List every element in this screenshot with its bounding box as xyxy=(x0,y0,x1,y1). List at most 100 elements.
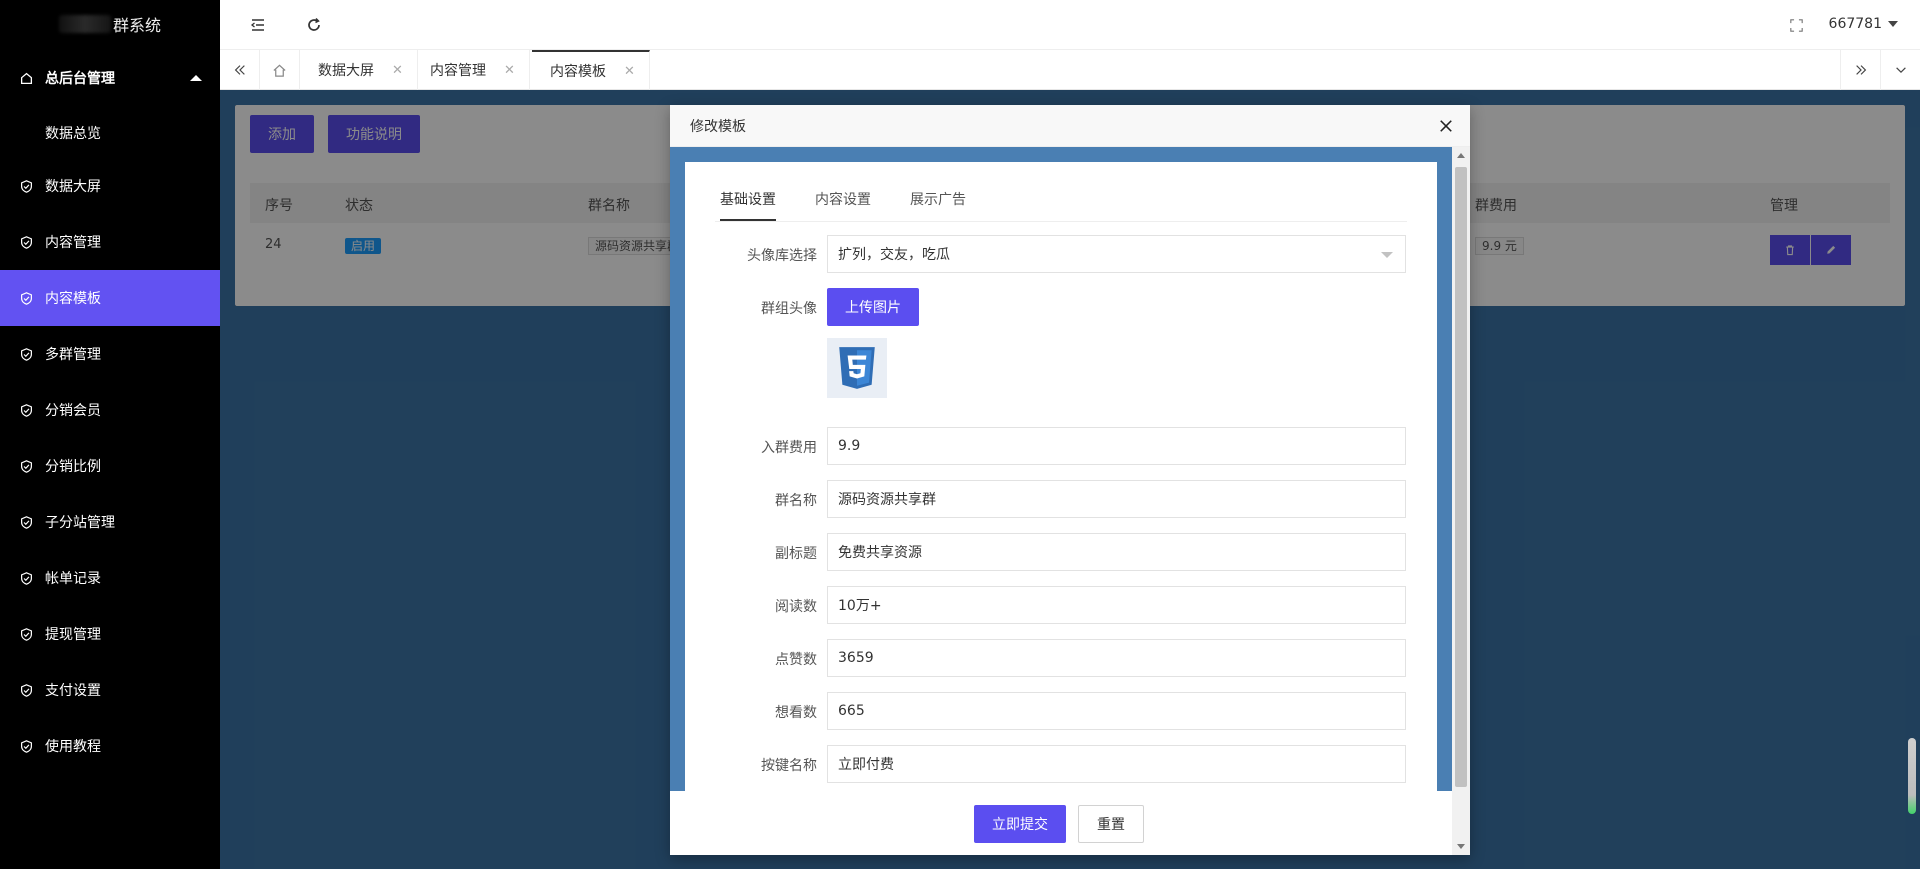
row-button-name: 按键名称 立即付费 xyxy=(715,745,1415,783)
fullscreen-icon[interactable] xyxy=(1786,15,1806,35)
close-icon[interactable] xyxy=(1436,116,1456,136)
scroll-up-icon[interactable] xyxy=(1457,153,1465,158)
fee-input[interactable]: 9.9 xyxy=(827,427,1406,465)
tab-bar: 数据大屏 ✕ 内容管理 ✕ 内容模板 ✕ xyxy=(220,50,1920,90)
scroll-down-icon[interactable] xyxy=(1457,844,1465,849)
sidebar-item-data-screen[interactable]: 数据大屏 xyxy=(0,158,220,214)
user-name: 667781 xyxy=(1828,16,1882,32)
sidebar-item-bills[interactable]: 帐单记录 xyxy=(0,550,220,606)
chevron-down-icon xyxy=(1888,21,1898,27)
label-group-name: 群名称 xyxy=(775,493,817,509)
topbar: 667781 xyxy=(220,0,1920,50)
sidebar-item-content-template[interactable]: 内容模板 xyxy=(0,270,220,326)
close-icon[interactable]: ✕ xyxy=(504,63,515,78)
shield-check-icon xyxy=(20,459,33,473)
sidebar: 群系统 总后台管理 数据总览 数据大屏 内容管理 内容模板 多群管理 分销会员 … xyxy=(0,0,220,869)
label-fee: 入群费用 xyxy=(761,440,817,456)
refresh-icon[interactable] xyxy=(304,15,324,35)
sidebar-item-label: 内容模板 xyxy=(45,291,101,307)
tabs-scroll-right-icon[interactable] xyxy=(1840,50,1880,90)
sidebar-item-label: 提现管理 xyxy=(45,627,101,643)
label-button-name: 按键名称 xyxy=(761,758,817,774)
menu-fold-icon[interactable] xyxy=(248,15,268,35)
sidebar-item-multi-group[interactable]: 多群管理 xyxy=(0,326,220,382)
tab-content-template[interactable]: 内容模板 ✕ xyxy=(532,50,650,90)
modal-body: 基础设置 内容设置 展示广告 头像库选择 扩列，交友，吃瓜 群组头像 上传图片 xyxy=(670,147,1452,791)
tab-ads[interactable]: 展示广告 xyxy=(910,189,966,209)
shield-check-icon xyxy=(20,515,33,529)
row-avatar-library: 头像库选择 扩列，交友，吃瓜 xyxy=(715,235,1415,273)
tab-label: 内容管理 xyxy=(430,63,486,79)
sidebar-item-overview[interactable]: 数据总览 xyxy=(0,108,220,158)
tabs-scroll-left-icon[interactable] xyxy=(220,50,260,90)
sidebar-item-distributors[interactable]: 分销会员 xyxy=(0,382,220,438)
sidebar-item-label: 分销比例 xyxy=(45,459,101,475)
row-wants: 想看数 665 xyxy=(715,692,1415,730)
close-icon[interactable]: ✕ xyxy=(392,63,403,78)
logo-blurred-text xyxy=(58,15,111,33)
sidebar-item-distribution-ratio[interactable]: 分销比例 xyxy=(0,438,220,494)
scroll-thumb[interactable] xyxy=(1455,167,1467,787)
sidebar-item-label: 数据大屏 xyxy=(45,179,101,195)
sidebar-item-label: 分销会员 xyxy=(45,403,101,419)
sidebar-item-label: 多群管理 xyxy=(45,347,101,363)
shield-check-icon xyxy=(20,235,33,249)
shield-check-icon xyxy=(20,683,33,697)
sidebar-item-label: 支付设置 xyxy=(45,683,101,699)
sidebar-item-substations[interactable]: 子分站管理 xyxy=(0,494,220,550)
tab-content-manage[interactable]: 内容管理 ✕ xyxy=(412,50,530,90)
sidebar-item-label: 帐单记录 xyxy=(45,571,101,587)
sidebar-item-withdraw[interactable]: 提现管理 xyxy=(0,606,220,662)
shield-check-icon xyxy=(20,571,33,585)
tab-data-screen[interactable]: 数据大屏 ✕ xyxy=(300,50,418,90)
sidebar-item-label: 子分站管理 xyxy=(45,515,115,531)
form-tabs: 基础设置 内容设置 展示广告 xyxy=(715,177,1407,222)
modal-header: 修改模板 xyxy=(670,105,1470,147)
shield-check-icon xyxy=(20,627,33,641)
subtitle-input[interactable]: 免费共享资源 xyxy=(827,533,1406,571)
label-group-avatar: 群组头像 xyxy=(761,301,817,317)
row-likes: 点赞数 3659 xyxy=(715,639,1415,677)
group-name-input[interactable]: 源码资源共享群 xyxy=(827,480,1406,518)
upload-image-button[interactable]: 上传图片 xyxy=(827,288,919,326)
row-subtitle: 副标题 免费共享资源 xyxy=(715,533,1415,571)
likes-input[interactable]: 3659 xyxy=(827,639,1406,677)
tab-label: 内容模板 xyxy=(550,64,606,80)
tab-label: 数据大屏 xyxy=(318,63,374,79)
sidebar-item-content-manage[interactable]: 内容管理 xyxy=(0,214,220,270)
button-name-input[interactable]: 立即付费 xyxy=(827,745,1406,783)
tab-home-icon[interactable] xyxy=(260,50,300,90)
row-group-name: 群名称 源码资源共享群 xyxy=(715,480,1415,518)
label-avatar-library: 头像库选择 xyxy=(747,248,817,264)
avatar-library-select[interactable]: 扩列，交友，吃瓜 xyxy=(827,235,1406,273)
reads-input[interactable]: 10万+ xyxy=(827,586,1406,624)
sidebar-item-label: 内容管理 xyxy=(45,235,101,251)
caret-up-icon xyxy=(190,75,202,81)
sidebar-section-label: 总后台管理 xyxy=(45,71,115,87)
sidebar-item-payment[interactable]: 支付设置 xyxy=(0,662,220,718)
reset-button[interactable]: 重置 xyxy=(1078,805,1144,843)
close-icon[interactable]: ✕ xyxy=(624,64,635,79)
row-fee: 入群费用 9.9 xyxy=(715,427,1415,465)
sidebar-item-label: 使用教程 xyxy=(45,739,101,755)
tab-content-settings[interactable]: 内容设置 xyxy=(815,189,871,209)
shield-check-icon xyxy=(20,347,33,361)
sidebar-section-admin[interactable]: 总后台管理 xyxy=(0,48,220,108)
avatar-preview[interactable] xyxy=(827,338,887,398)
html5-logo-icon xyxy=(839,347,875,389)
tabs-menu-chevron-icon[interactable] xyxy=(1880,50,1920,90)
home-icon xyxy=(20,72,33,85)
submit-button[interactable]: 立即提交 xyxy=(974,805,1066,843)
side-drawer-handle[interactable] xyxy=(1908,738,1916,814)
tab-basic-settings[interactable]: 基础设置 xyxy=(720,189,776,221)
wants-input[interactable]: 665 xyxy=(827,692,1406,730)
sidebar-item-label: 数据总览 xyxy=(45,126,101,142)
label-likes: 点赞数 xyxy=(775,652,817,668)
shield-check-icon xyxy=(20,739,33,753)
sidebar-item-tutorial[interactable]: 使用教程 xyxy=(0,718,220,774)
label-reads: 阅读数 xyxy=(775,599,817,615)
modal-scrollbar[interactable] xyxy=(1452,147,1470,855)
app-logo: 群系统 xyxy=(0,0,220,48)
modal-title: 修改模板 xyxy=(690,118,746,135)
user-menu[interactable]: 667781 xyxy=(1829,16,1898,32)
